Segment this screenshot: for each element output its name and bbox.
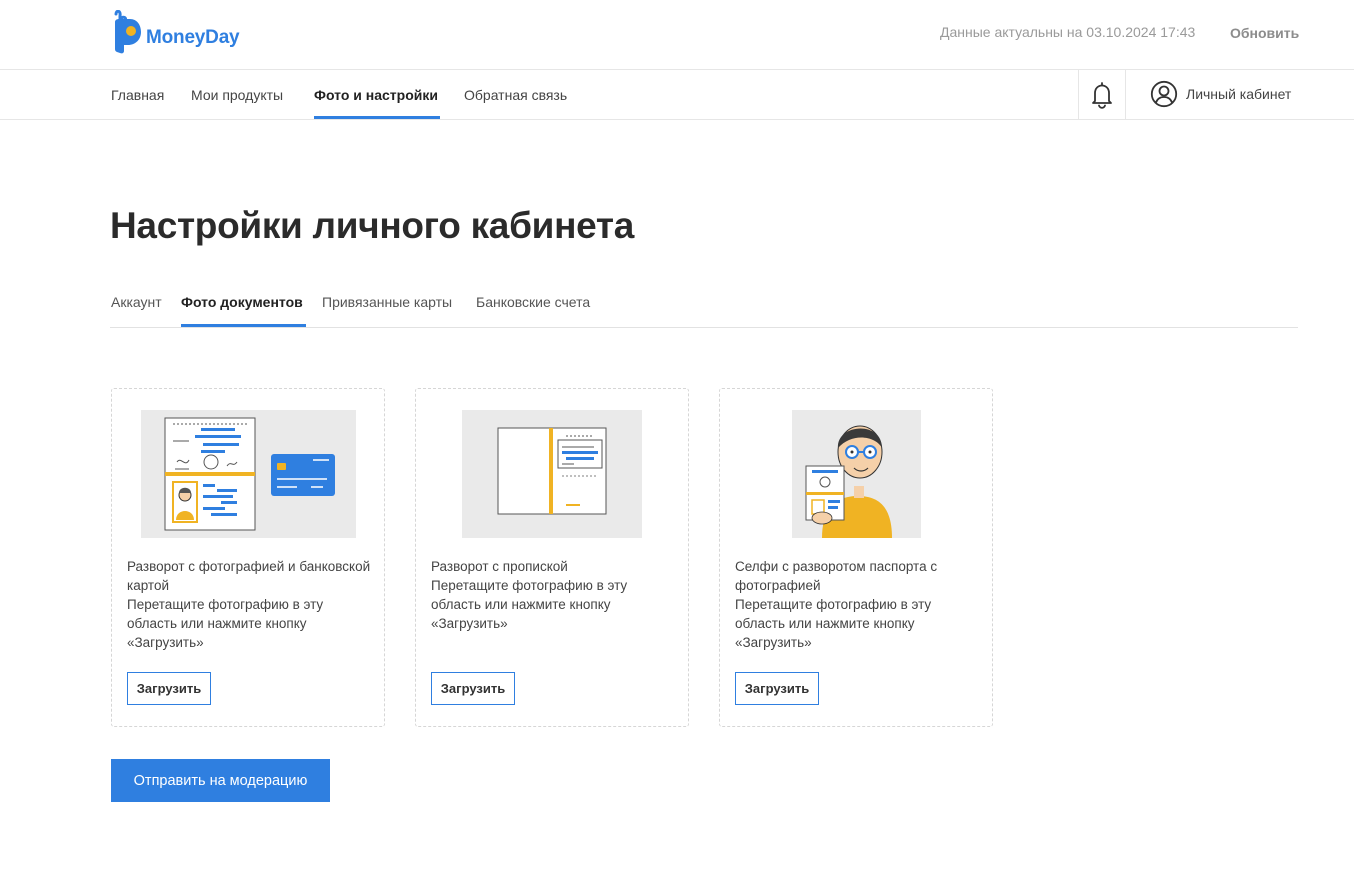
data-status-text: Данные актуальны на 03.10.2024 17:43: [940, 24, 1196, 40]
logo-text: MoneyDay: [146, 27, 240, 48]
upload-card-hint: Перетащите фотографию в эту область или …: [431, 578, 628, 631]
tab-active-indicator: [181, 324, 306, 327]
account-label: Личный кабинет: [1186, 86, 1292, 102]
main-nav: Главная Мои продукты Фото и настройки Об…: [0, 70, 1354, 120]
upload-button[interactable]: Загрузить: [431, 672, 515, 705]
tab-account[interactable]: Аккаунт: [111, 294, 162, 310]
upload-card-selfie[interactable]: Селфи с разворотом паспорта с фотографие…: [719, 388, 993, 727]
tab-bank-accounts[interactable]: Банковские счета: [476, 294, 590, 310]
selfie-with-passport-illustration: [792, 410, 921, 538]
upload-card-hint: Перетащите фотографию в эту область или …: [735, 597, 932, 650]
top-bar: MoneyDay Данные актуальны на 03.10.2024 …: [0, 0, 1354, 70]
upload-card-text: Разворот с фотографией и банковской карт…: [127, 557, 375, 652]
nav-item-home[interactable]: Главная: [111, 87, 164, 103]
upload-button[interactable]: Загрузить: [735, 672, 819, 705]
upload-card-title: Селфи с разворотом паспорта с фотографие…: [735, 559, 938, 593]
upload-card-text: Селфи с разворотом паспорта с фотографие…: [735, 557, 983, 652]
bell-icon: [1092, 82, 1112, 109]
tab-document-photos[interactable]: Фото документов: [181, 294, 303, 310]
refresh-button[interactable]: Обновить: [1230, 25, 1299, 41]
upload-card-title: Разворот с фотографией и банковской карт…: [127, 559, 371, 593]
nav-item-products[interactable]: Мои продукты: [191, 87, 283, 103]
notifications-button[interactable]: [1078, 70, 1126, 120]
submit-for-moderation-button[interactable]: Отправить на модерацию: [111, 759, 330, 802]
upload-card-title: Разворот с пропиской: [431, 559, 568, 574]
logo[interactable]: MoneyDay: [110, 10, 240, 54]
upload-card-registration[interactable]: Разворот с пропиской Перетащите фотограф…: [415, 388, 689, 727]
upload-card-passport-card[interactable]: Разворот с фотографией и банковской карт…: [111, 388, 385, 727]
nav-item-photo-settings[interactable]: Фото и настройки: [314, 87, 438, 103]
nav-active-indicator: [314, 116, 440, 119]
page-title: Настройки личного кабинета: [110, 205, 635, 246]
tab-linked-cards[interactable]: Привязанные карты: [322, 294, 452, 310]
user-circle-icon: [1150, 80, 1178, 108]
account-link[interactable]: Личный кабинет: [1150, 80, 1291, 108]
upload-card-hint: Перетащите фотографию в эту область или …: [127, 597, 324, 650]
settings-tabs: Аккаунт Фото документов Привязанные карт…: [110, 284, 1298, 328]
moneyday-logo-icon: [114, 10, 141, 54]
upload-button[interactable]: Загрузить: [127, 672, 211, 705]
upload-card-text: Разворот с пропиской Перетащите фотограф…: [431, 557, 679, 633]
passport-and-card-illustration: [141, 410, 356, 538]
passport-registration-illustration: [462, 410, 642, 538]
nav-item-feedback[interactable]: Обратная связь: [464, 87, 567, 103]
